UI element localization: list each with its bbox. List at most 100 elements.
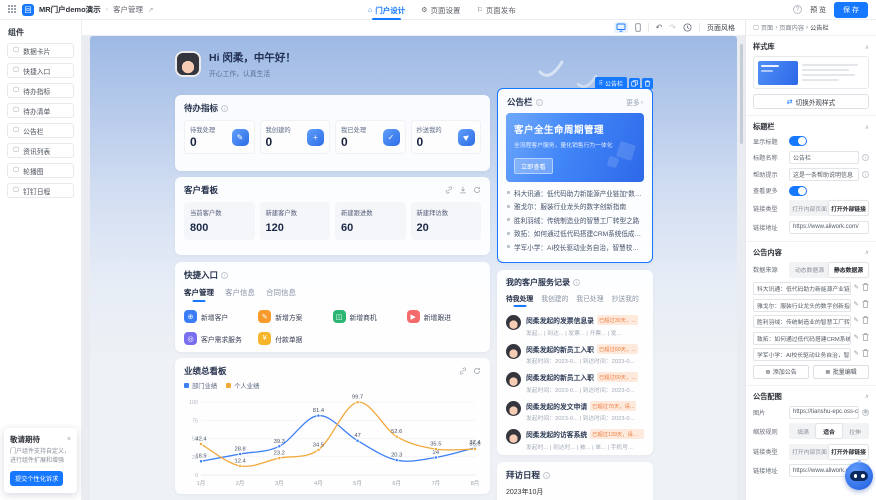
edit-icon[interactable]: ✎ xyxy=(854,318,859,325)
service-tab[interactable]: 待我处理 xyxy=(506,293,533,307)
service-tab[interactable]: 我已处理 xyxy=(576,293,603,307)
image-picker-icon[interactable]: ▣ xyxy=(862,409,869,416)
scale-rule-option[interactable]: 填满 xyxy=(790,424,816,438)
announcement-item-input[interactable]: 雅戈尔：服装行业龙头的数字创新指南 xyxy=(753,299,851,312)
collapse-icon[interactable]: ∧ xyxy=(865,393,869,400)
desktop-view-icon[interactable] xyxy=(614,22,628,33)
link-type-option[interactable]: 打开内部页面 xyxy=(790,445,829,459)
refresh-icon[interactable] xyxy=(473,186,481,194)
service-tab[interactable]: 我创建的 xyxy=(541,293,568,307)
link-type-option[interactable]: 打开外部链接 xyxy=(829,445,868,459)
link-type-option[interactable]: 打开外部链接 xyxy=(829,201,868,215)
drag-handle[interactable]: ⠿公告栏 xyxy=(595,77,627,89)
show-title-toggle[interactable] xyxy=(789,136,807,146)
preview-button[interactable]: 预 览 xyxy=(810,5,826,15)
board-card[interactable]: 当前客户数800 xyxy=(184,202,255,240)
quick-entry-item[interactable]: ⊕新增客户 xyxy=(184,310,258,323)
sidebar-component-item[interactable]: ▢快捷入口 xyxy=(7,63,74,78)
redo-icon[interactable]: ↷ xyxy=(669,24,676,32)
announcement-list-item[interactable]: 学军小学：AI校长驱动业务自治，智慧校园引领数... xyxy=(507,240,643,254)
ai-assistant-icon[interactable] xyxy=(845,462,873,490)
customer-board-panel[interactable]: 客户看板 当前客户数800新建客户数120新建跟进数60新建拜访数20 xyxy=(175,177,490,255)
todo-metrics-panel[interactable]: 待办指标 i 待我处理0✎我创建的0+我已处理0✓抄送我的0▶ xyxy=(175,95,490,171)
announcement-item-input[interactable]: 致拓：如何通过低代码搭建CRM系统低成本 xyxy=(753,332,851,345)
visit-schedule-panel[interactable]: 拜访日程 i 2023年10月 xyxy=(497,462,653,500)
canvas-scrollbar[interactable] xyxy=(740,44,743,144)
delete-component-icon[interactable] xyxy=(642,78,653,89)
collapse-icon[interactable]: ∧ xyxy=(865,249,869,256)
nav-item[interactable]: ⚙页面设置 xyxy=(421,0,460,20)
quick-entry-tab[interactable]: 合同信息 xyxy=(266,287,296,302)
service-record-item[interactable]: 闵柔发起的发票信息录已超过30天，...发起... | 到达... | 发票..… xyxy=(506,315,644,337)
style-preview-thumbnail[interactable] xyxy=(753,56,869,89)
more-link[interactable]: 更多› xyxy=(626,97,643,107)
delete-icon[interactable] xyxy=(862,316,869,327)
scale-rule-option[interactable]: 拉伸 xyxy=(842,424,868,438)
copy-component-icon[interactable] xyxy=(629,78,640,89)
service-tab[interactable]: 抄送我的 xyxy=(612,293,639,307)
announcement-list-item[interactable]: 胜利羽绒：传统制造业的智慧工厂转型之路 xyxy=(507,213,643,227)
sidebar-component-item[interactable]: ▢待办清单 xyxy=(7,103,74,118)
batch-edit-button[interactable]: ≣批量编辑 xyxy=(813,365,869,379)
close-icon[interactable]: × xyxy=(67,436,71,443)
todo-metric-card[interactable]: 我已处理0✓ xyxy=(335,120,406,154)
delete-icon[interactable] xyxy=(862,300,869,311)
announcement-list-item[interactable]: 致拓：如何通过低代码搭建CRM系统低成本解决... xyxy=(507,227,643,241)
sidebar-component-item[interactable]: ▢数据卡片 xyxy=(7,43,74,58)
sidebar-component-item[interactable]: ▢资讯列表 xyxy=(7,143,74,158)
nav-item[interactable]: ⚐页面发布 xyxy=(477,0,516,20)
service-records-panel[interactable]: 我的客户服务记录 i 待我处理我创建的我已处理抄送我的 闵柔发起的发票信息录已超… xyxy=(497,270,653,455)
todo-metric-card[interactable]: 待我处理0✎ xyxy=(184,120,255,154)
mobile-view-icon[interactable] xyxy=(635,23,641,32)
edit-icon[interactable]: ✎ xyxy=(854,335,859,342)
sidebar-component-item[interactable]: ▢公告栏 xyxy=(7,123,74,138)
quick-entry-item[interactable]: ✎新增方案 xyxy=(258,310,332,323)
history-icon[interactable] xyxy=(683,23,692,32)
legend-item[interactable]: 部门业绩 xyxy=(184,381,217,390)
announcement-list-item[interactable]: 科大讯通：低代码助力新能源产业链加“数”跑 xyxy=(507,186,643,200)
link-icon[interactable] xyxy=(459,367,467,375)
delete-icon[interactable] xyxy=(862,283,869,294)
sidebar-component-item[interactable]: ▢轮播图 xyxy=(7,163,74,178)
submit-request-button[interactable]: 提交个性化诉求 xyxy=(10,471,63,486)
announcement-item-input[interactable]: 学军小学：AI校长驱动业务自治，智慧校园 xyxy=(753,348,851,361)
sidebar-component-item[interactable]: ▢钉钉日程 xyxy=(7,183,74,198)
delete-icon[interactable] xyxy=(862,349,869,360)
edit-icon[interactable]: ✎ xyxy=(854,302,859,309)
quick-entry-item[interactable]: ▶新增跟进 xyxy=(407,310,481,323)
legend-item[interactable]: 个人业绩 xyxy=(226,381,259,390)
quick-entry-item[interactable]: ¥付款单据 xyxy=(258,332,332,345)
data-source-option[interactable]: 动态数据源 xyxy=(790,263,829,277)
breadcrumb-item[interactable]: 页面内容 xyxy=(779,23,804,32)
quick-entry-tab[interactable]: 客户信息 xyxy=(225,287,255,302)
refresh-icon[interactable] xyxy=(473,367,481,375)
edit-icon[interactable]: ✎ xyxy=(854,351,859,358)
help-icon[interactable]: ? xyxy=(793,5,802,14)
link-icon[interactable] xyxy=(445,186,453,194)
service-record-item[interactable]: 闵柔发起的发文申请已超过70天，请...发起时间：2023-0... | 到达时… xyxy=(506,401,644,423)
image-url-input[interactable]: https://tianshu-epc.oss-cn-sha xyxy=(789,406,859,419)
board-card[interactable]: 新建跟进数60 xyxy=(335,202,406,240)
breadcrumb-item[interactable]: 页面 xyxy=(761,23,773,32)
undo-icon[interactable]: ↶ xyxy=(656,24,663,32)
scale-rule-option[interactable]: 适合 xyxy=(816,424,842,438)
quick-entry-item[interactable]: ◎客户需求服务 xyxy=(184,332,258,345)
nav-item[interactable]: ⌂门户设计 xyxy=(368,0,405,20)
help-tip-input[interactable]: 这是一条帮助说明信息 xyxy=(789,168,859,181)
todo-metric-card[interactable]: 我创建的0+ xyxy=(260,120,331,154)
sidebar-component-item[interactable]: ▢待办指标 xyxy=(7,83,74,98)
service-record-item[interactable]: 闵柔发起的新员工入职已超过60天，...发起时间：2023-0... | 到达时… xyxy=(506,344,644,366)
announcement-banner[interactable]: 客户全生命周期管理 全流程客户服务，量化销售行为一体化 立即查看 xyxy=(506,113,644,182)
service-record-item[interactable]: 闵柔发起的访客系统已超过139天，请处理发起时... | 到达时... | 被.… xyxy=(506,429,644,451)
performance-panel[interactable]: 业绩总看板 部门业绩个人业绩 02550751001月2月3月4月5月6月7月8… xyxy=(175,358,490,494)
link-url-input[interactable]: https://www.aliwork.com/ xyxy=(789,221,869,234)
apps-grid-icon[interactable] xyxy=(8,5,17,14)
breadcrumb-item[interactable]: 公告栏 xyxy=(810,23,829,32)
collapse-icon[interactable]: ∧ xyxy=(865,44,869,51)
board-card[interactable]: 新建客户数120 xyxy=(260,202,331,240)
switch-style-button[interactable]: ⇄ 切换外观样式 xyxy=(753,94,869,109)
todo-metric-card[interactable]: 抄送我的0▶ xyxy=(411,120,482,154)
edit-icon[interactable]: ✎ xyxy=(854,285,859,292)
announcement-panel[interactable]: ⠿公告栏 公告栏 i 更多› 客户全生命周期管理 全流程客户服务，量化销售行为一… xyxy=(497,88,653,263)
collapse-icon[interactable]: ∧ xyxy=(865,124,869,131)
